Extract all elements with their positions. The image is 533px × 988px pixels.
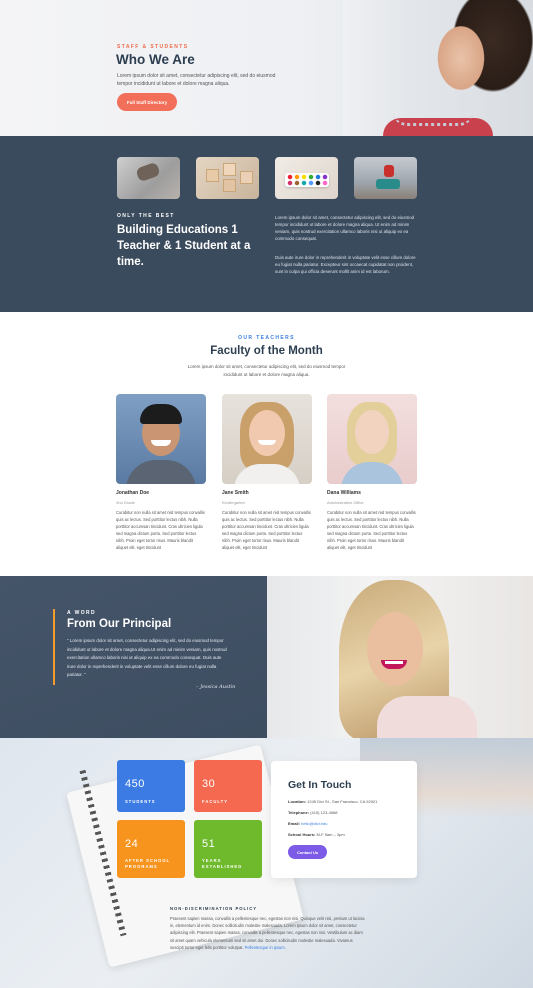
faculty-photo xyxy=(222,394,312,484)
contact-card: Get In Touch Location: 1245 Divi St., Sa… xyxy=(271,761,417,878)
faculty-card: Jonathan Doe 2nd Grade Curabitur non nul… xyxy=(116,394,206,551)
stat-label: FACULTY xyxy=(202,799,228,804)
stat-programs: 24 AFTER SCHOOL PROGRAMS xyxy=(117,820,185,878)
faculty-intro: Lorem ipsum dolor sit amet, consectetur … xyxy=(187,364,346,377)
thumb-swing xyxy=(354,157,417,199)
contact-us-button[interactable]: Contact Us xyxy=(288,845,327,859)
hero-section: STAFF & STUDENTS Who We Are Lorem ipsum … xyxy=(0,0,533,136)
faculty-bio: Curabitur non nulla sit amet nisl tempus… xyxy=(327,510,416,550)
contact-hours: School Hours: M-F 9am – 3pm xyxy=(288,832,345,837)
overview-eyebrow: ONLY THE BEST xyxy=(117,213,175,219)
faculty-card: Jane Smith Kindergarten Curabitur non nu… xyxy=(222,394,312,551)
hero-title: Who We Are xyxy=(116,52,195,67)
stat-students: 450 STUDENTS xyxy=(117,760,185,812)
staff-directory-button[interactable]: Full Staff Directory xyxy=(117,93,177,111)
overview-para-1: Lorem ipsum dolor sit amet, consectetur … xyxy=(275,215,415,241)
thumb-paint-palette xyxy=(275,157,338,199)
faculty-name: Jane Smith xyxy=(222,490,249,496)
faculty-name: Dana Williams xyxy=(327,490,361,496)
policy-heading: NON-DISCRIMINATION POLICY xyxy=(170,906,258,911)
policy-block: NON-DISCRIMINATION POLICY Praesent sapie… xyxy=(170,906,365,951)
principal-photo xyxy=(267,576,533,738)
faculty-role: Administrative Office xyxy=(327,500,364,505)
overview-title: Building Educations 1 Teacher & 1 Studen… xyxy=(117,224,251,268)
faculty-bio: Curabitur non nulla sit amet nisl tempus… xyxy=(116,510,205,550)
stat-years: 51 YEARS ESTABLISHED xyxy=(194,820,262,878)
principal-signature: – Jessica Austin xyxy=(196,684,236,690)
hero-eyebrow: STAFF & STUDENTS xyxy=(117,44,189,50)
faculty-photo xyxy=(116,394,206,484)
email-link[interactable]: hello@divi.edu xyxy=(301,821,327,826)
hero-photo-necklace xyxy=(393,112,473,126)
contact-location: Location: 1245 Divi St., San Francisco, … xyxy=(288,799,378,804)
stat-number: 51 xyxy=(202,838,216,850)
principal-section: A WORD From Our Principal " Lorem ipsum … xyxy=(0,576,533,738)
faculty-role: 2nd Grade xyxy=(116,500,135,505)
faculty-role: Kindergarten xyxy=(222,500,245,505)
hero-text: Lorem ipsum dolor sit amet, consectetur … xyxy=(117,73,276,87)
contact-email: Email: hello@divi.edu xyxy=(288,821,328,826)
stat-number: 30 xyxy=(202,778,216,790)
contact-title: Get In Touch xyxy=(288,779,352,791)
overview-para-2: Duis aute irure dolor in reprehenderit i… xyxy=(275,255,416,274)
quote-accent-bar xyxy=(53,609,55,685)
stat-faculty: 30 FACULTY xyxy=(194,760,262,812)
policy-link[interactable]: Pellentesque in ipsum. xyxy=(245,945,286,950)
stat-number: 450 xyxy=(125,778,145,790)
faculty-bio: Curabitur non nulla sit amet nisl tempus… xyxy=(222,510,311,550)
faculty-eyebrow: OUR TEACHERS xyxy=(238,335,295,341)
stat-label: STUDENTS xyxy=(125,799,156,804)
policy-text: Praesent sapien massa, convallis a pelle… xyxy=(170,916,365,950)
faculty-section: OUR TEACHERS Faculty of the Month Lorem … xyxy=(0,312,533,576)
faculty-photo xyxy=(327,394,417,484)
stat-label: YEARS ESTABLISHED xyxy=(202,858,243,869)
stat-label: AFTER SCHOOL PROGRAMS xyxy=(125,858,170,869)
faculty-title: Faculty of the Month xyxy=(210,345,323,357)
faculty-card: Dana Williams Administrative Office Cura… xyxy=(327,394,417,551)
faculty-name: Jonathan Doe xyxy=(116,490,150,496)
contact-phone: Telephone: (415) 123-4568 xyxy=(288,810,338,815)
principal-title: From Our Principal xyxy=(67,618,172,630)
principal-quote: " Lorem ipsum dolor sit amet, consectetu… xyxy=(67,638,227,677)
thumb-letter-blocks xyxy=(196,157,259,199)
principal-eyebrow: A WORD xyxy=(67,610,97,616)
contact-section: 450 STUDENTS 30 FACULTY 24 AFTER SCHOOL … xyxy=(0,738,533,988)
stat-number: 24 xyxy=(125,838,139,850)
thumb-chalk-drawing xyxy=(117,157,180,199)
overview-section: ONLY THE BEST Building Educations 1 Teac… xyxy=(0,136,533,312)
